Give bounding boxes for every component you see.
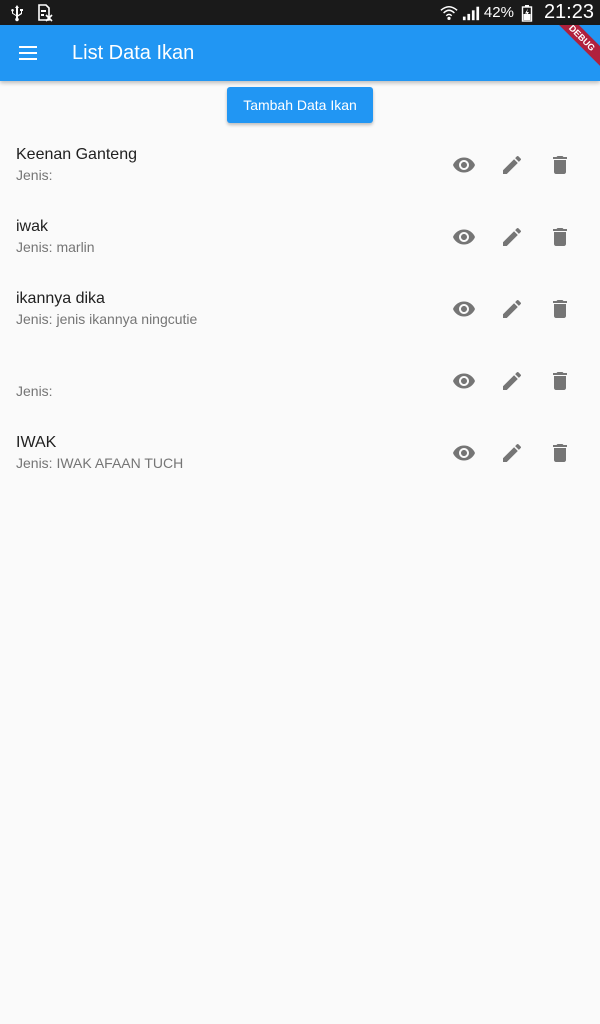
item-actions	[440, 429, 584, 477]
eye-icon[interactable]	[440, 429, 488, 477]
list-item[interactable]: ikannya dika Jenis: jenis ikannya ningcu…	[0, 273, 600, 345]
fish-jenis: Jenis: IWAK AFAAN TUCH	[16, 455, 184, 471]
fish-name: Keenan Ganteng	[16, 146, 137, 163]
trash-icon[interactable]	[536, 429, 584, 477]
eye-icon[interactable]	[440, 213, 488, 261]
pencil-icon[interactable]	[488, 213, 536, 261]
fish-list: Keenan Ganteng Jenis: iwak Jenis: marlin	[0, 129, 600, 489]
usb-icon	[8, 4, 26, 22]
item-text: Jenis:	[16, 361, 53, 400]
list-item[interactable]: Keenan Ganteng Jenis:	[0, 129, 600, 201]
item-actions	[440, 285, 584, 333]
status-time: 21:23	[543, 1, 594, 23]
item-text: Keenan Ganteng Jenis:	[16, 145, 137, 184]
fish-name: IWAK	[16, 434, 57, 451]
fish-name: iwak	[16, 218, 49, 235]
hamburger-menu-icon[interactable]	[0, 25, 56, 81]
trash-icon[interactable]	[536, 141, 584, 189]
add-fish-button[interactable]: Tambah Data Ikan	[227, 87, 373, 123]
eye-icon[interactable]	[440, 357, 488, 405]
list-item[interactable]: IWAK Jenis: IWAK AFAAN TUCH	[0, 417, 600, 489]
signal-icon	[462, 4, 480, 22]
item-actions	[440, 213, 584, 261]
page-title: List Data Ikan	[72, 41, 195, 64]
eye-icon[interactable]	[440, 285, 488, 333]
eye-icon[interactable]	[440, 141, 488, 189]
fish-name: ikannya dika	[16, 290, 105, 307]
trash-icon[interactable]	[536, 285, 584, 333]
pencil-icon[interactable]	[488, 285, 536, 333]
item-actions	[440, 357, 584, 405]
fish-jenis: Jenis: jenis ikannya ningcutie	[16, 311, 198, 327]
sim-card-x-icon	[36, 3, 54, 22]
item-text: IWAK Jenis: IWAK AFAAN TUCH	[16, 433, 183, 472]
fish-name	[16, 361, 53, 381]
pencil-icon[interactable]	[488, 429, 536, 477]
pencil-icon[interactable]	[488, 141, 536, 189]
item-text: iwak Jenis: marlin	[16, 217, 95, 256]
fish-jenis: Jenis:	[16, 383, 53, 399]
item-actions	[440, 141, 584, 189]
battery-charging-icon	[518, 4, 536, 22]
trash-icon[interactable]	[536, 357, 584, 405]
status-bar: 42% 21:23	[0, 0, 600, 25]
trash-icon[interactable]	[536, 213, 584, 261]
item-text: ikannya dika Jenis: jenis ikannya ningcu…	[16, 289, 197, 328]
fish-jenis: Jenis: marlin	[16, 239, 95, 255]
app-bar: List Data Ikan DEBUG	[0, 25, 600, 81]
debug-banner: DEBUG	[548, 25, 600, 72]
pencil-icon[interactable]	[488, 357, 536, 405]
list-item[interactable]: iwak Jenis: marlin	[0, 201, 600, 273]
list-item[interactable]: Jenis:	[0, 345, 600, 417]
fish-jenis: Jenis:	[16, 167, 53, 183]
battery-percent: 42%	[483, 4, 514, 21]
wifi-icon	[440, 4, 458, 22]
